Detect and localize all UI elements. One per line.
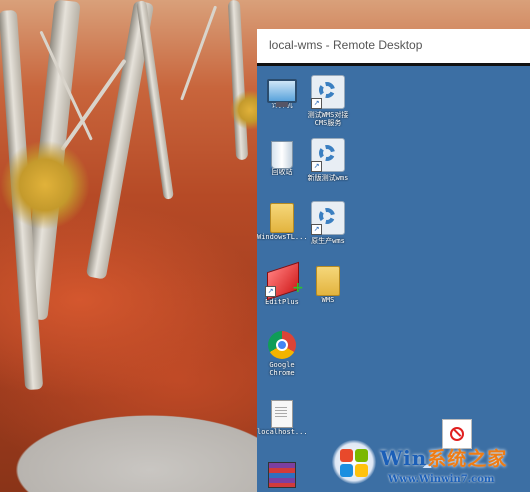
tree-trunk bbox=[227, 0, 249, 161]
recycle-bin-icon bbox=[271, 141, 293, 169]
desktop-icon-recycle-bin[interactable]: 回收站 bbox=[257, 138, 307, 176]
yellow-leaves bbox=[0, 140, 90, 230]
document-icon bbox=[271, 400, 293, 428]
window-titlebar[interactable]: local-wms - Remote Desktop bbox=[257, 29, 530, 63]
watermark-logo: ☁ Win系统之家 Www.Winwin7.com bbox=[330, 440, 530, 492]
plus-icon: + bbox=[292, 280, 304, 296]
desktop-icon-label: Google Chrome bbox=[269, 361, 295, 377]
watermark-brand: Win系统之家 bbox=[380, 444, 507, 471]
desktop-icon-label: WindowsTL... bbox=[257, 233, 307, 241]
watermark-brand-latin: Win bbox=[380, 446, 428, 470]
windows-flag-icon bbox=[332, 440, 376, 484]
editplus-icon: + ↗ bbox=[265, 261, 304, 301]
desktop-icon-label: 回收站 bbox=[271, 168, 293, 176]
flag-quadrant bbox=[340, 464, 353, 477]
shortcut-arrow-icon: ↗ bbox=[311, 224, 322, 235]
watermark-url: Www.Winwin7.com bbox=[388, 474, 495, 485]
desktop-icon-wms-folder[interactable]: WMS bbox=[303, 264, 353, 304]
computer-icon bbox=[267, 79, 297, 107]
desktop-icon-original-prod-wms[interactable]: ↗ 原生产wms bbox=[303, 201, 353, 245]
desktop-icon-label: 新版测试wms bbox=[307, 174, 349, 182]
shortcut-arrow-icon: ↗ bbox=[311, 161, 322, 172]
desktop-icon-editplus[interactable]: + ↗ EditPlus bbox=[257, 261, 307, 306]
desktop-icon-label: 测试WMS对接 CMS服务 bbox=[307, 111, 349, 127]
flag-quadrant bbox=[340, 449, 353, 462]
desktop-icon-test-wms-cms[interactable]: ↗ 测试WMS对接 CMS服务 bbox=[303, 75, 353, 127]
watermark-brand-cn: 系统之家 bbox=[427, 448, 508, 470]
winrar-icon bbox=[268, 462, 296, 488]
shortcut-arrow-icon: ↗ bbox=[311, 98, 322, 109]
no-entry-icon bbox=[450, 427, 464, 441]
desktop-icon-label: WMS bbox=[321, 296, 335, 304]
chrome-icon bbox=[268, 331, 296, 359]
desktop-icon-label: EditPlus bbox=[265, 298, 299, 306]
desktop-icon-computer[interactable]: 计算机 bbox=[257, 75, 307, 109]
desktop-icon-google-chrome[interactable]: Google Chrome bbox=[257, 331, 307, 377]
desktop-icon-windowstl-folder[interactable]: WindowsTL... bbox=[257, 201, 307, 241]
gear-app-icon: ↗ bbox=[311, 75, 345, 109]
shortcut-arrow-icon: ↗ bbox=[265, 286, 276, 297]
tree-branch bbox=[180, 5, 218, 101]
desktop-icon-localhost-file[interactable]: localhost... bbox=[257, 398, 307, 436]
desktop-icon-winrar[interactable] bbox=[257, 458, 307, 488]
gear-app-icon: ↗ bbox=[311, 138, 345, 172]
desktop-icon-label: localhost... bbox=[257, 428, 307, 436]
desktop-icon-new-test-wms[interactable]: ↗ 新版测试wms bbox=[303, 138, 353, 182]
window-title: local-wms - Remote Desktop bbox=[269, 38, 423, 52]
desktop-icon-label: 原生产wms bbox=[311, 237, 345, 245]
remote-desktop-area[interactable]: 计算机 ↗ 测试WMS对接 CMS服务 回收站 ↗ 新版测试wms Window… bbox=[257, 66, 530, 492]
gear-app-icon: ↗ bbox=[311, 201, 345, 235]
remote-desktop-window[interactable]: local-wms - Remote Desktop 计算机 ↗ 测试WMS对接… bbox=[257, 29, 530, 492]
flag-quadrant bbox=[355, 449, 368, 462]
folder-icon bbox=[270, 203, 294, 233]
tree-trunk bbox=[136, 0, 174, 200]
folder-icon bbox=[316, 266, 340, 296]
flag-quadrant bbox=[355, 464, 368, 477]
